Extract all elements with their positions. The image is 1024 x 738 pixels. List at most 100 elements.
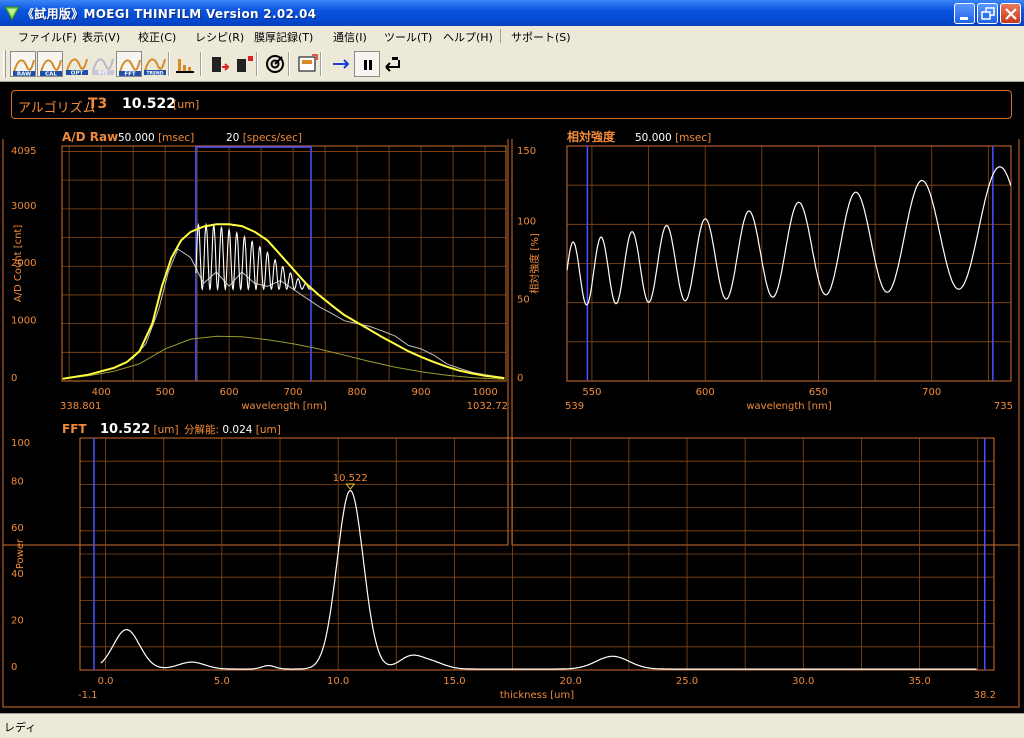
x-tick-label: 30.0: [792, 676, 814, 687]
single-measure-icon: [385, 57, 400, 72]
x-min-label: 338.801: [60, 401, 101, 412]
menu-calibration[interactable]: 校正(C): [138, 29, 176, 45]
algorithm-label: アルゴリズム: [18, 101, 96, 116]
header-item-value: 10.522: [100, 422, 150, 437]
raw-mode-icon: RAW: [13, 59, 35, 78]
y-tick-label: 20: [11, 616, 24, 627]
chart-title: 相対強度: [567, 129, 616, 144]
x-tick-label: 5.0: [214, 676, 230, 687]
restore-icon: [981, 7, 995, 20]
y-tick-label: 100: [517, 216, 536, 227]
y-axis-label: Power: [15, 538, 26, 569]
header-item-value: 50.000: [635, 132, 672, 144]
toolbar-trend-mode-button[interactable]: TREND: [142, 51, 168, 77]
x-tick-label: 550: [582, 387, 601, 398]
fit-mode-icon: FIT: [92, 58, 114, 77]
status-bar: レディ: [0, 713, 1024, 738]
menu-help[interactable]: ヘルプ(H): [443, 29, 493, 45]
close-button[interactable]: [1000, 3, 1021, 24]
x-tick-label: 1000: [472, 387, 497, 398]
y-tick-label: 3000: [11, 201, 36, 212]
record-start-icon: [212, 57, 230, 72]
thickness-value: 10.522: [122, 96, 177, 112]
relative-intensity-chart: 相対強度 50.000 [msec] 550 600 650 700 0 50 100 150 53…: [511, 129, 1020, 546]
toolbar-cal-mode-button[interactable]: CAL: [37, 51, 63, 78]
relative-intensity-line: [566, 166, 1012, 306]
x-tick-label: 15.0: [443, 676, 465, 687]
app-icon: [4, 6, 20, 21]
toolbar-fit-mode-button[interactable]: FIT: [90, 51, 116, 77]
header-item: 20 [specs/sec]: [226, 132, 302, 144]
menu-tools[interactable]: ツール(T): [384, 29, 432, 45]
toolbar-pause-button[interactable]: [354, 51, 380, 77]
fft-power-line: [100, 489, 977, 670]
x-tick-label: 10.0: [327, 676, 349, 687]
header-item-unit: [msec]: [155, 132, 194, 144]
minimize-button[interactable]: [954, 3, 975, 24]
x-max-label: 1032.72: [467, 401, 508, 412]
chart-title: FFT: [62, 422, 87, 436]
x-tick-label: 700: [922, 387, 941, 398]
y-tick-label: 0: [11, 662, 17, 673]
toolbar-opt-mode-button[interactable]: OPT: [64, 51, 90, 77]
toolbar-raw-mode-button[interactable]: RAW: [10, 51, 36, 78]
toolbar-single-measure-button[interactable]: [380, 51, 406, 77]
menu-communication[interactable]: 通信(I): [333, 29, 367, 45]
tool-label: CAL: [45, 72, 57, 78]
tool-label: TREND: [146, 71, 163, 77]
x-max-label: 38.2: [974, 690, 996, 701]
grid: [567, 146, 1011, 381]
app-window: 《試用版》MOEGI THINFILM Version 2.02.04 ファイル…: [0, 0, 1024, 738]
opt-mode-icon: OPT: [66, 58, 88, 77]
menu-support[interactable]: サポート(S): [511, 29, 571, 45]
x-tick-label: 600: [696, 387, 715, 398]
toolbar-record-stop-button[interactable]: [232, 51, 258, 77]
y-tick-label: 100: [11, 438, 30, 449]
header-item-label: 分解能:: [184, 423, 222, 436]
y-tick-label: 0: [11, 373, 17, 384]
toolbar-separator: [288, 52, 290, 76]
y-tick-label: 50: [517, 295, 530, 306]
x-tick-label: 400: [92, 387, 111, 398]
toolbar-continuous-measure-button[interactable]: [328, 51, 354, 77]
toolbar: RAW CAL OPT FIT FFT TREND: [0, 46, 1024, 82]
menu-recipe[interactable]: レシピ(R): [195, 29, 244, 45]
bar-meter-icon: [176, 59, 194, 73]
x-tick-label: 0.0: [98, 676, 114, 687]
tool-label: RAW: [17, 72, 31, 78]
x-tick-label: 20.0: [560, 676, 582, 687]
restore-button[interactable]: [977, 3, 998, 24]
toolbar-save-button[interactable]: [294, 51, 320, 77]
menu-file[interactable]: ファイル(F): [18, 29, 77, 45]
toolbar-separator: [168, 52, 170, 76]
header-item-value: 50.000: [118, 132, 155, 144]
toolbar-record-start-button[interactable]: [206, 51, 232, 77]
header-item-unit: [msec]: [672, 132, 711, 144]
minimize-icon: [960, 17, 968, 20]
pause-icon: [364, 60, 372, 70]
x-tick-label: 25.0: [676, 676, 698, 687]
header-item: 50.000 [msec]: [118, 132, 194, 144]
menu-thickness-record[interactable]: 膜厚記録(T): [254, 29, 313, 45]
toolbar-bar-meter-button[interactable]: [172, 51, 198, 77]
toolbar-fft-mode-button[interactable]: FFT: [116, 51, 142, 78]
plot-area: [61, 145, 507, 382]
toolbar-grip[interactable]: [3, 50, 6, 78]
y-tick-label: 40: [11, 569, 24, 580]
tool-label: OPT: [71, 71, 84, 77]
fringe-trace: [195, 222, 312, 292]
header-item-value: 0.024: [222, 424, 252, 436]
close-icon: [1005, 8, 1017, 20]
header-item: 分解能: 0.024 [um]: [184, 423, 281, 436]
cal-mode-icon: CAL: [40, 59, 62, 78]
reference-icon: [266, 55, 284, 73]
title-bar[interactable]: 《試用版》MOEGI THINFILM Version 2.02.04: [0, 0, 1024, 26]
ad-raw-chart: A/D Raw 50.000 [msec] 20 [specs/sec] 400 500…: [2, 130, 509, 546]
header-item: 10.522 [um]: [100, 422, 179, 437]
y-axis-label: 相対強度 [%]: [528, 233, 541, 294]
menu-view[interactable]: 表示(V): [82, 29, 120, 45]
grid: [62, 146, 506, 381]
toolbar-reference-button[interactable]: [262, 51, 288, 77]
header-item-value: 20: [226, 132, 239, 144]
x-axis-label: wavelength [nm]: [241, 401, 326, 412]
